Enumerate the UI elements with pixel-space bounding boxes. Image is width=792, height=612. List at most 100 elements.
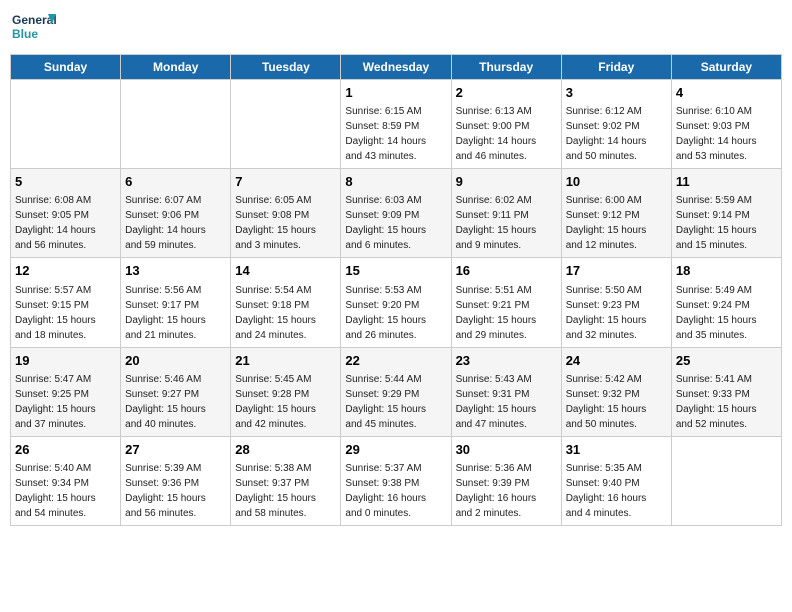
calendar-cell: 16Sunrise: 5:51 AM Sunset: 9:21 PM Dayli…: [451, 258, 561, 347]
day-info: Sunrise: 6:07 AM Sunset: 9:06 PM Dayligh…: [125, 193, 226, 253]
day-number: 27: [125, 441, 226, 459]
calendar-week-row: 1Sunrise: 6:15 AM Sunset: 8:59 PM Daylig…: [11, 80, 782, 169]
calendar-cell: [231, 80, 341, 169]
calendar-cell: 19 Sunrise: 5:47 AM Sunset: 9:25 PM Dayli…: [11, 347, 121, 436]
weekday-header-row: SundayMondayTuesdayWednesdayThursdayFrid…: [11, 55, 782, 80]
day-number: 13: [125, 262, 226, 280]
day-info: Sunrise: 5:46 AM Sunset: 9:27 PM Dayligh…: [125, 372, 226, 432]
day-info: Sunrise: 5:38 AM Sunset: 9:37 PM Dayligh…: [235, 461, 336, 521]
calendar-cell: 17 Sunrise: 5:50 AM Sunset: 9:23 PM Dayli…: [561, 258, 671, 347]
calendar-cell: 6 Sunrise: 6:07 AM Sunset: 9:06 PM Daylig…: [121, 169, 231, 258]
day-info: Sunrise: 6:10 AM Sunset: 9:03 PM Dayligh…: [676, 104, 777, 164]
weekday-header: Saturday: [671, 55, 781, 80]
calendar-cell: 8 Sunrise: 6:03 AM Sunset: 9:09 PM Daylig…: [341, 169, 451, 258]
logo: General Blue: [10, 10, 60, 48]
calendar-cell: 25 Sunrise: 5:41 AM Sunset: 9:33 PM Dayli…: [671, 347, 781, 436]
day-info: Sunrise: 5:50 AM Sunset: 9:23 PM Dayligh…: [566, 283, 667, 343]
calendar-cell: 20 Sunrise: 5:46 AM Sunset: 9:27 PM Dayli…: [121, 347, 231, 436]
day-info: Sunrise: 5:41 AM Sunset: 9:33 PM Dayligh…: [676, 372, 777, 432]
calendar-cell: 30Sunrise: 5:36 AM Sunset: 9:39 PM Dayli…: [451, 436, 561, 525]
day-info: Sunrise: 5:37 AM Sunset: 9:38 PM Dayligh…: [345, 461, 446, 521]
calendar-cell: 29 Sunrise: 5:37 AM Sunset: 9:38 PM Dayli…: [341, 436, 451, 525]
calendar-week-row: 12 Sunrise: 5:57 AM Sunset: 9:15 PM Dayli…: [11, 258, 782, 347]
day-number: 11: [676, 173, 777, 191]
day-info: Sunrise: 5:53 AM Sunset: 9:20 PM Dayligh…: [345, 283, 446, 343]
weekday-header: Tuesday: [231, 55, 341, 80]
day-info: Sunrise: 6:13 AM Sunset: 9:00 PM Dayligh…: [456, 104, 557, 164]
calendar-cell: 12 Sunrise: 5:57 AM Sunset: 9:15 PM Dayli…: [11, 258, 121, 347]
day-number: 29: [345, 441, 446, 459]
page-header: General Blue: [10, 10, 782, 48]
calendar-cell: 18 Sunrise: 5:49 AM Sunset: 9:24 PM Dayli…: [671, 258, 781, 347]
day-number: 25: [676, 352, 777, 370]
weekday-header: Thursday: [451, 55, 561, 80]
day-info: Sunrise: 5:47 AM Sunset: 9:25 PM Dayligh…: [15, 372, 116, 432]
calendar-cell: 3Sunrise: 6:12 AM Sunset: 9:02 PM Daylig…: [561, 80, 671, 169]
calendar-cell: 28Sunrise: 5:38 AM Sunset: 9:37 PM Dayli…: [231, 436, 341, 525]
day-number: 6: [125, 173, 226, 191]
calendar-cell: 11 Sunrise: 5:59 AM Sunset: 9:14 PM Dayli…: [671, 169, 781, 258]
day-info: Sunrise: 5:59 AM Sunset: 9:14 PM Dayligh…: [676, 193, 777, 253]
day-info: Sunrise: 5:57 AM Sunset: 9:15 PM Dayligh…: [15, 283, 116, 343]
day-number: 17: [566, 262, 667, 280]
calendar-cell: 1Sunrise: 6:15 AM Sunset: 8:59 PM Daylig…: [341, 80, 451, 169]
day-info: Sunrise: 6:15 AM Sunset: 8:59 PM Dayligh…: [345, 104, 446, 164]
calendar-cell: [671, 436, 781, 525]
svg-text:Blue: Blue: [12, 27, 38, 41]
calendar-cell: 27 Sunrise: 5:39 AM Sunset: 9:36 PM Dayli…: [121, 436, 231, 525]
day-number: 20: [125, 352, 226, 370]
calendar-cell: 31Sunrise: 5:35 AM Sunset: 9:40 PM Dayli…: [561, 436, 671, 525]
calendar-cell: 10 Sunrise: 6:00 AM Sunset: 9:12 PM Dayli…: [561, 169, 671, 258]
calendar-cell: 23 Sunrise: 5:43 AM Sunset: 9:31 PM Dayli…: [451, 347, 561, 436]
day-info: Sunrise: 5:43 AM Sunset: 9:31 PM Dayligh…: [456, 372, 557, 432]
day-number: 19: [15, 352, 116, 370]
calendar-week-row: 19 Sunrise: 5:47 AM Sunset: 9:25 PM Dayli…: [11, 347, 782, 436]
day-number: 2: [456, 84, 557, 102]
calendar-cell: 4 Sunrise: 6:10 AM Sunset: 9:03 PM Daylig…: [671, 80, 781, 169]
day-number: 14: [235, 262, 336, 280]
day-number: 23: [456, 352, 557, 370]
weekday-header: Sunday: [11, 55, 121, 80]
day-number: 16: [456, 262, 557, 280]
day-number: 30: [456, 441, 557, 459]
day-info: Sunrise: 5:39 AM Sunset: 9:36 PM Dayligh…: [125, 461, 226, 521]
calendar-cell: 24Sunrise: 5:42 AM Sunset: 9:32 PM Dayli…: [561, 347, 671, 436]
day-number: 8: [345, 173, 446, 191]
day-info: Sunrise: 5:42 AM Sunset: 9:32 PM Dayligh…: [566, 372, 667, 432]
day-info: Sunrise: 5:44 AM Sunset: 9:29 PM Dayligh…: [345, 372, 446, 432]
day-info: Sunrise: 6:12 AM Sunset: 9:02 PM Dayligh…: [566, 104, 667, 164]
day-info: Sunrise: 6:03 AM Sunset: 9:09 PM Dayligh…: [345, 193, 446, 253]
day-number: 4: [676, 84, 777, 102]
calendar-cell: 2 Sunrise: 6:13 AM Sunset: 9:00 PM Daylig…: [451, 80, 561, 169]
calendar-cell: [121, 80, 231, 169]
logo-svg: General Blue: [10, 10, 60, 48]
weekday-header: Friday: [561, 55, 671, 80]
day-number: 12: [15, 262, 116, 280]
day-info: Sunrise: 6:05 AM Sunset: 9:08 PM Dayligh…: [235, 193, 336, 253]
calendar-cell: 7 Sunrise: 6:05 AM Sunset: 9:08 PM Daylig…: [231, 169, 341, 258]
calendar-cell: 26Sunrise: 5:40 AM Sunset: 9:34 PM Dayli…: [11, 436, 121, 525]
day-info: Sunrise: 6:02 AM Sunset: 9:11 PM Dayligh…: [456, 193, 557, 253]
calendar-cell: 22 Sunrise: 5:44 AM Sunset: 9:29 PM Dayli…: [341, 347, 451, 436]
day-info: Sunrise: 5:49 AM Sunset: 9:24 PM Dayligh…: [676, 283, 777, 343]
day-number: 18: [676, 262, 777, 280]
day-info: Sunrise: 5:54 AM Sunset: 9:18 PM Dayligh…: [235, 283, 336, 343]
calendar-cell: 9 Sunrise: 6:02 AM Sunset: 9:11 PM Daylig…: [451, 169, 561, 258]
day-number: 22: [345, 352, 446, 370]
weekday-header: Wednesday: [341, 55, 451, 80]
calendar-week-row: 5 Sunrise: 6:08 AM Sunset: 9:05 PM Daylig…: [11, 169, 782, 258]
calendar-cell: 14 Sunrise: 5:54 AM Sunset: 9:18 PM Dayli…: [231, 258, 341, 347]
day-info: Sunrise: 6:08 AM Sunset: 9:05 PM Dayligh…: [15, 193, 116, 253]
day-number: 26: [15, 441, 116, 459]
day-number: 5: [15, 173, 116, 191]
day-number: 10: [566, 173, 667, 191]
day-info: Sunrise: 6:00 AM Sunset: 9:12 PM Dayligh…: [566, 193, 667, 253]
day-number: 31: [566, 441, 667, 459]
day-number: 7: [235, 173, 336, 191]
calendar-cell: 5 Sunrise: 6:08 AM Sunset: 9:05 PM Daylig…: [11, 169, 121, 258]
day-info: Sunrise: 5:56 AM Sunset: 9:17 PM Dayligh…: [125, 283, 226, 343]
calendar-cell: 21Sunrise: 5:45 AM Sunset: 9:28 PM Dayli…: [231, 347, 341, 436]
day-number: 9: [456, 173, 557, 191]
calendar-cell: 15Sunrise: 5:53 AM Sunset: 9:20 PM Dayli…: [341, 258, 451, 347]
day-info: Sunrise: 5:45 AM Sunset: 9:28 PM Dayligh…: [235, 372, 336, 432]
